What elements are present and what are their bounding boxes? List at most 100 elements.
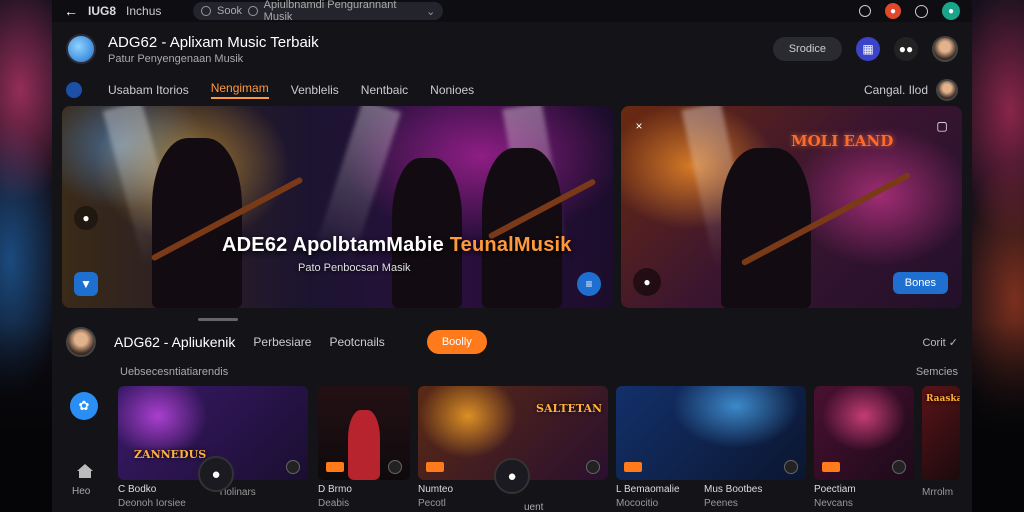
person-icon[interactable]: ●: [198, 456, 234, 492]
card-title: SALTETAN: [536, 402, 603, 415]
card-sublabel: Nevcans: [814, 498, 853, 509]
guitarist-figure: [482, 148, 562, 308]
media-control-icon[interactable]: ●: [494, 458, 530, 494]
album-card[interactable]: [616, 386, 806, 480]
card-play-icon[interactable]: [586, 460, 600, 474]
section-title: ADG62 - Apliukenik: [114, 334, 236, 350]
search-bar[interactable]: Sook Apiulbnamdi Pengurannant Musik ⌄: [193, 0, 444, 23]
card-sublabel: Peenes: [704, 498, 738, 509]
hero-subtitle: Pato Penbocsan Masik: [298, 262, 411, 274]
nav-right-label[interactable]: Cangal. Ilod: [864, 83, 928, 97]
card-title: Raaska: [926, 394, 960, 404]
nav-avatar[interactable]: [936, 79, 958, 101]
tab-1[interactable]: Nengimam: [210, 81, 269, 99]
side-banner-button[interactable]: Bones: [892, 272, 948, 294]
bookmark-icon[interactable]: ▦: [856, 37, 880, 61]
artist-row: ADG62 - Apliukenik Perbesiare Peotcnails…: [66, 326, 958, 358]
carousel-scroll-indicator[interactable]: [198, 318, 238, 321]
card-label: C Bodko: [118, 484, 157, 495]
search-icon: [201, 6, 211, 16]
app-header: ADG62 - Aplixam Music Terbaik Patur Peny…: [52, 22, 972, 76]
card-play-icon[interactable]: [892, 460, 906, 474]
card-label: D Brmo: [318, 484, 352, 495]
crowd-silhouette-left: [0, 322, 56, 512]
card-play-icon[interactable]: [286, 460, 300, 474]
card-tag: [326, 462, 344, 472]
tab-4[interactable]: Nonioes: [430, 83, 474, 97]
top-bar: ← IUG8 Inchus Sook Apiulbnamdi Pengurann…: [52, 0, 972, 23]
card-title: ZANNEDUS: [134, 448, 207, 461]
close-icon[interactable]: ×: [627, 114, 651, 138]
search-hint: Apiulbnamdi Pengurannant Musik: [263, 0, 397, 23]
section-right-link[interactable]: Corit ✓: [922, 336, 958, 349]
rail-action-icon[interactable]: ✿: [70, 392, 98, 420]
chat-icon[interactable]: ●●: [894, 37, 918, 61]
card-play-icon[interactable]: [784, 460, 798, 474]
card-sublabel: Deonoh Iorsiee: [118, 498, 186, 509]
card-tag: [624, 462, 642, 472]
side-sign: MOLI EAND: [791, 132, 894, 150]
settings-icon[interactable]: [915, 4, 928, 18]
user-avatar[interactable]: [932, 36, 958, 62]
hero-app-icon[interactable]: ▼: [74, 272, 98, 296]
tab-0[interactable]: Usabam Itorios: [108, 83, 189, 97]
album-card[interactable]: [318, 386, 410, 480]
album-card[interactable]: Raaska: [922, 386, 960, 480]
card-tag: [426, 462, 444, 472]
follow-button[interactable]: Boolly: [426, 330, 487, 354]
search-icon[interactable]: [859, 5, 871, 17]
crowd-silhouette-right: [968, 322, 1024, 512]
list-header-left: Uebsecesntiatiarendis: [120, 366, 229, 378]
card-label: Numteo: [418, 484, 454, 495]
header-pill-button[interactable]: Srodice: [772, 37, 842, 61]
card-sublabel: Pecotl: [418, 498, 446, 509]
artist-avatar[interactable]: [66, 327, 96, 357]
search-label: Sook: [216, 5, 243, 17]
fab-label: uent: [524, 502, 544, 512]
app-logo: [66, 34, 96, 64]
card-sublabel: Mococitio: [616, 498, 659, 509]
profile-icon[interactable]: ●: [942, 2, 960, 20]
singer-figure: [348, 410, 380, 480]
list-header: Uebsecesntiatiarendis Semcies: [120, 366, 958, 378]
nav-logo-icon: [66, 82, 82, 98]
card-sublabel: Deabis: [318, 498, 350, 509]
hero-play-icon[interactable]: ●: [74, 206, 98, 230]
app-window: ADG62 - Aplixam Music Terbaik Patur Peny…: [52, 22, 972, 512]
list-header-right[interactable]: Semcies: [916, 366, 958, 378]
topbar-menu[interactable]: Inchus: [126, 4, 161, 18]
search-scope-icon: [248, 6, 258, 16]
hero-banner-side[interactable]: MOLI EAND × ▢ ● Bones: [621, 106, 962, 308]
guitarist-figure: [721, 148, 811, 308]
share-icon[interactable]: ▢: [930, 114, 954, 138]
topbar-title: IUG8: [88, 4, 117, 18]
section-link-1[interactable]: Perbesiare: [253, 335, 311, 349]
home-icon[interactable]: [76, 463, 94, 479]
hero-title: ADE62 ApolbtamMabie TeunalMusik: [222, 234, 572, 256]
card-label: Poectiam: [814, 484, 856, 495]
main-nav: Usabam Itorios Nengimam Venblelis Nentba…: [52, 76, 972, 104]
back-arrow-icon[interactable]: ←: [64, 3, 78, 19]
hero-banner-main[interactable]: ADE62 ApolbtamMabie TeunalMusik Pato Pen…: [62, 106, 613, 308]
hero-carousel: ADE62 ApolbtamMabie TeunalMusik Pato Pen…: [62, 106, 962, 308]
app-title: ADG62 - Aplixam Music Terbaik: [108, 33, 319, 51]
app-subtitle: Patur Penyengenaan Musik: [108, 52, 244, 65]
tab-2[interactable]: Venblelis: [291, 83, 339, 97]
guitarist-figure: [152, 138, 242, 308]
hero-menu-icon[interactable]: ≡: [577, 272, 601, 296]
card-sublabel: Mrrolm: [922, 487, 954, 498]
album-card[interactable]: [814, 386, 914, 480]
section-link-2[interactable]: Peotcnails: [329, 335, 384, 349]
card-tag: [822, 462, 840, 472]
card-play-icon[interactable]: [388, 460, 402, 474]
album-cards: ZANNEDUS SALTETAN Raaska: [118, 386, 962, 480]
home-label: Heo: [72, 486, 91, 497]
hero-title-accent: TeunalMusik: [449, 234, 572, 256]
play-icon[interactable]: ●: [633, 268, 661, 296]
notification-icon[interactable]: ●: [885, 3, 901, 19]
card-label: Mus Bootbes: [704, 484, 763, 495]
tab-3[interactable]: Nentbaic: [361, 83, 408, 97]
card-label: L Bemaomalie: [616, 484, 680, 495]
chevron-icon: ⌄: [426, 5, 436, 18]
guitarist-figure: [392, 158, 462, 308]
